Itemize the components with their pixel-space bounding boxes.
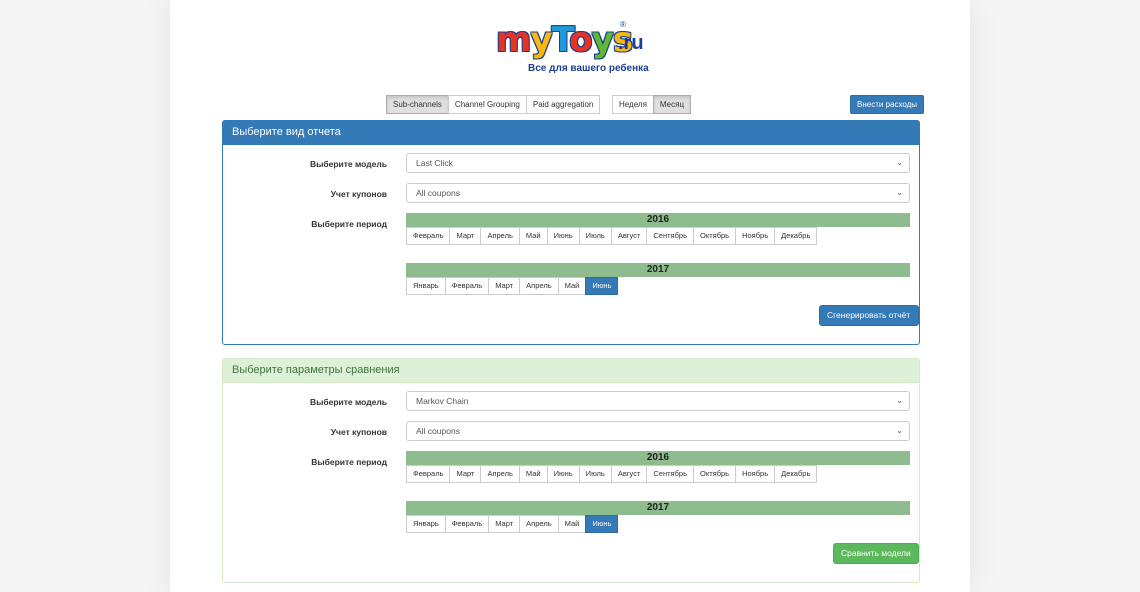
report-2016-month-button[interactable]: Ноябрь [735,227,776,245]
compare-months-2016: Февраль Март Апрель Май Июнь Июль Август Сентяб… [406,465,818,483]
compare-panel-title: Выберите параметры сравнения [223,359,919,383]
report-2016-month-button[interactable]: Декабрь [774,227,818,245]
compare-2017-month-button[interactable]: Май [557,515,587,533]
report-2017-month-button[interactable]: Апрель [519,277,559,295]
compare-panel: Выберите параметры сравнения Выберите мо… [222,358,920,583]
granularity-button-0[interactable]: Неделя [612,95,654,114]
year-2017-header: 2017 [406,263,910,277]
compare-2016-month-button[interactable]: Июнь [546,465,580,483]
compare-2016-month-button[interactable]: Март [449,465,482,483]
channel-view-button-2[interactable]: Paid aggregation [525,95,601,114]
granularity-button-1[interactable]: Месяц [652,95,692,114]
compare-months-2017: Январь Февраль Март Апрель Май Июнь [406,515,619,533]
year-2016-header: 2016 [406,213,910,227]
report-2016-month-button[interactable]: Февраль [406,227,451,245]
generate-report-button[interactable]: Сгенерировать отчёт [819,305,919,326]
months-2017: Январь Февраль Март Апрель Май Июнь [406,277,619,295]
report-2017-month-button[interactable]: Май [557,277,587,295]
report-panel: Выберите вид отчета Выберите модель Last… [222,120,920,345]
compare-2017-month-button[interactable]: Апрель [519,515,559,533]
model-select[interactable]: Last Click ⌄ [406,153,910,173]
compare-model-label: Выберите модель [309,397,387,407]
compare-2017-month-button[interactable]: Январь [406,515,446,533]
months-2016: Февраль Март Апрель Май Июнь Июль Август Сентяб… [406,227,818,245]
compare-2016-month-button[interactable]: Октябрь [693,465,737,483]
report-2017-month-button[interactable]: Февраль [444,277,490,295]
compare-model-select[interactable]: Markov Chain ⌄ [406,391,910,411]
report-2016-month-button[interactable]: Март [449,227,482,245]
compare-2017-month-button[interactable]: Февраль [444,515,490,533]
model-label: Выберите модель [309,159,387,169]
chevron-down-icon: ⌄ [896,426,903,435]
compare-2017-month-button[interactable]: Март [488,515,521,533]
chevron-down-icon: ⌄ [896,188,903,197]
report-2016-month-button[interactable]: Июль [578,227,612,245]
report-2016-month-button[interactable]: Июнь [546,227,580,245]
report-2017-month-button[interactable]: Июнь [585,277,619,295]
report-2016-month-button[interactable]: Сентябрь [646,227,694,245]
model-select-value: Last Click [416,158,453,168]
chevron-down-icon: ⌄ [896,396,903,405]
report-2016-month-button[interactable]: Май [518,227,548,245]
logo-tagline: Все для вашего ребенка [528,63,649,74]
logo-tld: .ru [618,32,644,54]
coupons-label: Учет купонов [330,189,387,199]
compare-2016-month-button[interactable]: Август [610,465,648,483]
report-panel-title: Выберите вид отчета [223,121,919,145]
logo: myToys ® .ru Все для вашего ребенка [496,20,649,76]
channel-view-button-1[interactable]: Channel Grouping [447,95,527,114]
compare-2016-month-button[interactable]: Апрель [480,465,520,483]
page: myToys ® .ru Все для вашего ребенка Sub-… [170,0,970,592]
compare-coupons-select-value: All coupons [416,426,460,436]
compare-period-label: Выберите период [311,457,387,467]
coupons-select[interactable]: All coupons ⌄ [406,183,910,203]
report-2017-month-button[interactable]: Март [488,277,521,295]
chevron-down-icon: ⌄ [896,158,903,167]
period-granularity-toggle: Неделя Месяц [612,95,692,114]
compare-2016-month-button[interactable]: Ноябрь [735,465,776,483]
report-2016-month-button[interactable]: Апрель [480,227,520,245]
compare-models-button[interactable]: Сравнить модели [833,543,919,564]
compare-2016-month-button[interactable]: Декабрь [774,465,818,483]
compare-2016-month-button[interactable]: Июль [578,465,612,483]
coupons-select-value: All coupons [416,188,460,198]
period-label: Выберите период [311,219,387,229]
logo-registered: ® [620,20,626,29]
compare-model-select-value: Markov Chain [416,396,469,406]
compare-year-2016-header: 2016 [406,451,910,465]
channel-view-toggle: Sub-channels Channel Grouping Paid aggrega… [386,95,601,114]
report-2016-month-button[interactable]: Август [610,227,648,245]
compare-2016-month-button[interactable]: Май [518,465,548,483]
compare-2016-month-button[interactable]: Февраль [406,465,451,483]
compare-2017-month-button[interactable]: Июнь [585,515,619,533]
compare-coupons-select[interactable]: All coupons ⌄ [406,421,910,441]
compare-2016-month-button[interactable]: Сентябрь [646,465,694,483]
add-expenses-button[interactable]: Внести расходы [850,95,925,114]
report-2017-month-button[interactable]: Январь [406,277,446,295]
compare-coupons-label: Учет купонов [330,427,387,437]
compare-year-2017-header: 2017 [406,501,910,515]
logo-wordmark: myToys [496,20,633,60]
report-2016-month-button[interactable]: Октябрь [693,227,737,245]
channel-view-button-0[interactable]: Sub-channels [386,95,449,114]
